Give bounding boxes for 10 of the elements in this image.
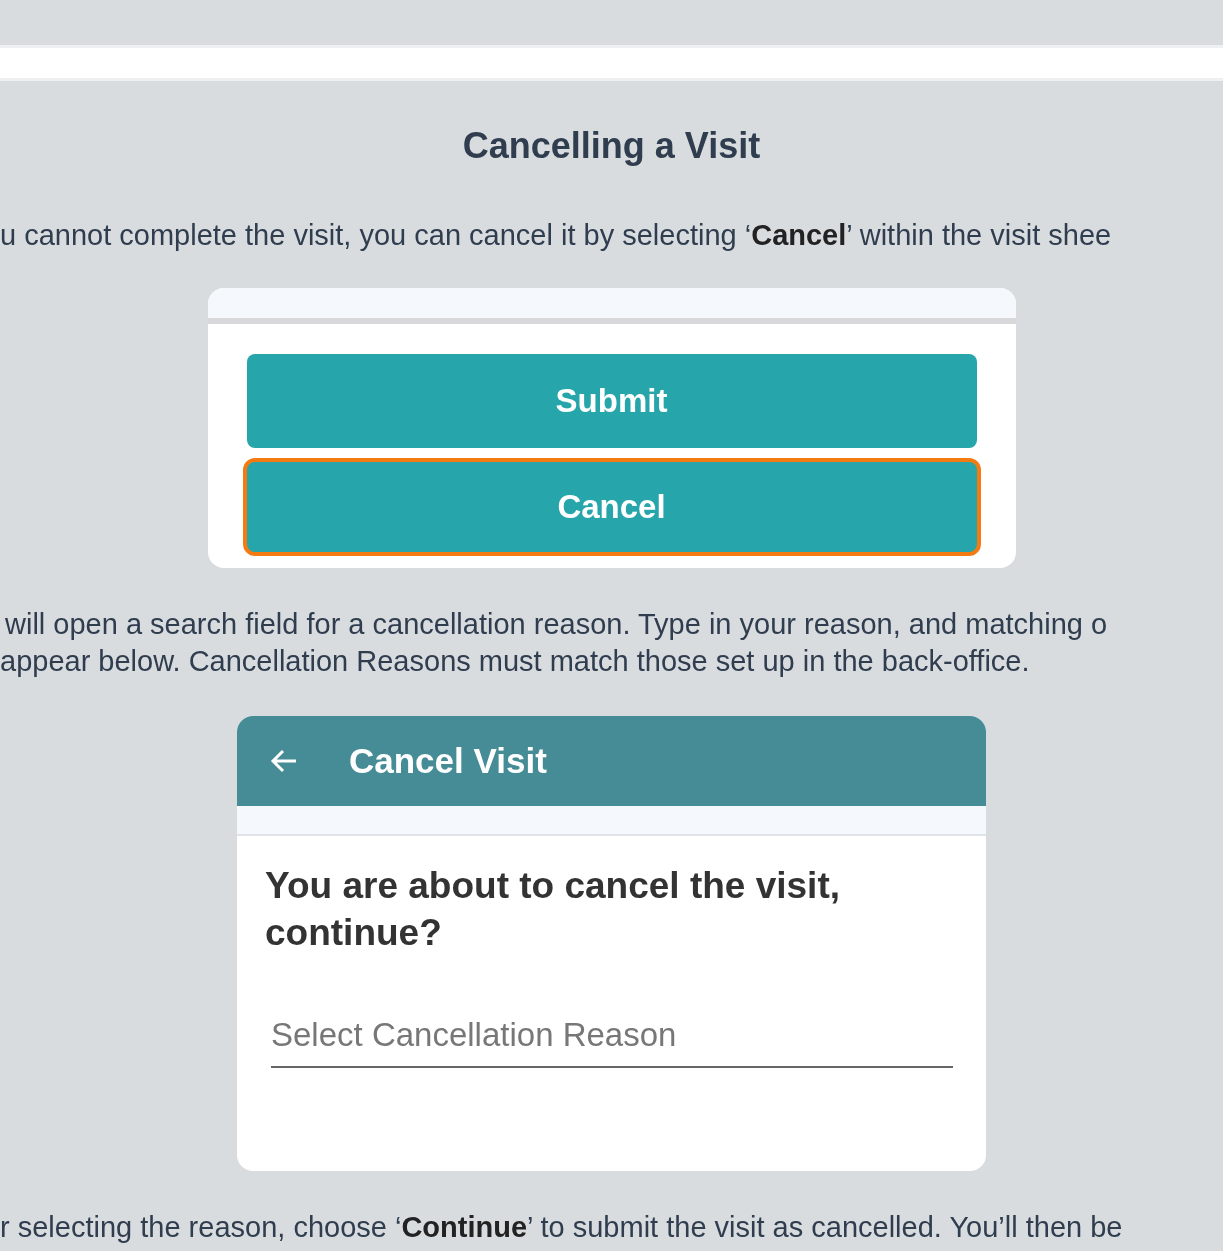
paragraph: will open a search field for a cancellation reason. Type in your reason, and matching o <box>5 607 1108 642</box>
paragraph: u cannot complete the visit, you can cancel it by selecting ‘Cancel’ within the visit shee <box>0 218 1112 253</box>
paragraph: appear below. Cancellation Reasons must match those set up in the back-office. <box>0 644 1030 679</box>
cancellation-reason-field[interactable]: Select Cancellation Reason <box>271 1016 953 1068</box>
paragraph: r selecting the reason, choose ‘Continue’ to submit the visit as cancelled. You’ll then be <box>0 1210 1123 1245</box>
action-button[interactable]: Submit <box>246 354 977 448</box>
page-heading: Cancelling a Visit <box>461 125 762 167</box>
dialog-title: Cancel Visit <box>349 741 547 781</box>
highlighted-button[interactable]: Cancel <box>242 458 981 556</box>
dialog-question: You are about to cancel the visit, continue? <box>265 864 841 955</box>
